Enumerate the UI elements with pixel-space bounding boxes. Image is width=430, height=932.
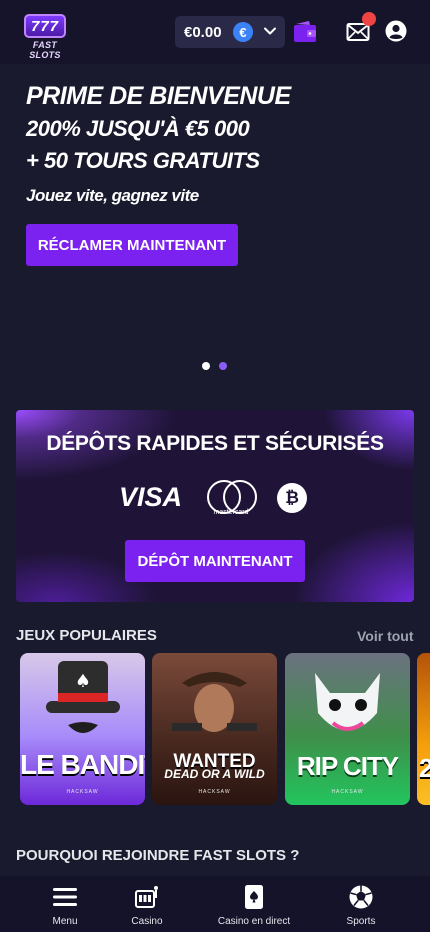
playing-card-icon (245, 885, 263, 909)
chevron-down-icon (264, 27, 276, 35)
welcome-banner: PRIME DE BIENVENUE 200% JUSQU'À €5 000 +… (0, 64, 430, 384)
euro-currency-icon: € (233, 22, 253, 42)
user-account-icon[interactable] (385, 20, 407, 42)
logo-777: 777 (24, 14, 66, 38)
game-provider: HACKSAW (198, 789, 231, 795)
svg-text:♠: ♠ (75, 671, 91, 692)
why-join-title: POURQUOI REJOINDRE FAST SLOTS ? (16, 847, 300, 864)
logo-text: FAST SLOTS (29, 40, 61, 60)
nav-sports[interactable]: Sports (341, 876, 381, 932)
claim-bonus-button[interactable]: RÉCLAMER MAINTENANT (26, 224, 238, 266)
game-subtitle: DEAD OR A WILD (164, 767, 265, 781)
see-all-link[interactable]: Voir tout (357, 628, 414, 644)
game-card-partial[interactable]: 2 (417, 653, 430, 805)
nav-live-casino[interactable]: Casino en direct (210, 876, 298, 932)
wanted-art-icon (172, 672, 257, 732)
bitcoin-icon: ₿ (277, 483, 307, 513)
bottom-navigation: Menu Casino Casino en direct Sports (0, 876, 430, 932)
visa-logo: VISA (119, 482, 183, 512)
soccer-ball-icon (349, 885, 373, 909)
fast-slots-logo[interactable]: 777 FAST SLOTS (16, 14, 74, 60)
notification-badge (362, 12, 376, 26)
game-provider: HACKSAW (331, 789, 364, 795)
popular-games-title: JEUX POPULAIRES (16, 627, 157, 644)
balance-amount: €0.00 (184, 23, 222, 41)
deposit-title: DÉPÔTS RAPIDES ET SÉCURISÉS (46, 432, 384, 455)
popular-games-carousel[interactable]: ♠ LE BANDIT HACKSAW WANTED DEAD OR A WIL… (0, 653, 430, 805)
nav-menu-label: Menu (52, 916, 78, 927)
carousel-dots (202, 362, 232, 370)
banner-tagline: Jouez vite, gagnez vite (26, 186, 199, 205)
slot-machine-icon (135, 886, 158, 908)
carousel-dot-1[interactable] (202, 362, 210, 370)
hamburger-icon (53, 888, 77, 906)
wallet-icon[interactable] (292, 19, 318, 45)
top-header: 777 FAST SLOTS €0.00 € (0, 0, 430, 64)
nav-sports-label: Sports (346, 916, 376, 927)
deposit-now-button[interactable]: DÉPÔT MAINTENANT (125, 540, 305, 582)
nav-menu[interactable]: Menu (45, 876, 85, 932)
banner-headline: PRIME DE BIENVENUE (26, 82, 291, 110)
game-name: RIP CITY (296, 751, 399, 781)
game-card-wanted[interactable]: WANTED DEAD OR A WILD HACKSAW (152, 653, 277, 805)
mastercard-label: mastercard (213, 509, 249, 516)
game-name: LE BANDIT (20, 749, 145, 780)
game-provider: HACKSAW (66, 789, 99, 795)
game-card-rip-city[interactable]: RIP CITY HACKSAW (285, 653, 410, 805)
deposit-promo-card: DÉPÔTS RAPIDES ET SÉCURISÉS VISA masterc… (16, 410, 414, 602)
game-card-le-bandit[interactable]: ♠ LE BANDIT HACKSAW (20, 653, 145, 805)
banner-free-spins: + 50 TOURS GRATUITS (26, 148, 260, 173)
carousel-dot-2[interactable] (219, 362, 227, 370)
le-bandit-art-icon: ♠ (46, 661, 120, 733)
nav-casino-label: Casino (131, 916, 163, 927)
banner-bonus-amount: 200% JUSQU'À €5 000 (26, 116, 250, 141)
nav-live-casino-label: Casino en direct (217, 916, 291, 927)
nav-casino[interactable]: Casino (127, 876, 167, 932)
game-name: 2 (419, 753, 430, 783)
balance-selector[interactable]: €0.00 € (175, 16, 285, 48)
rip-city-art-icon (315, 673, 380, 731)
